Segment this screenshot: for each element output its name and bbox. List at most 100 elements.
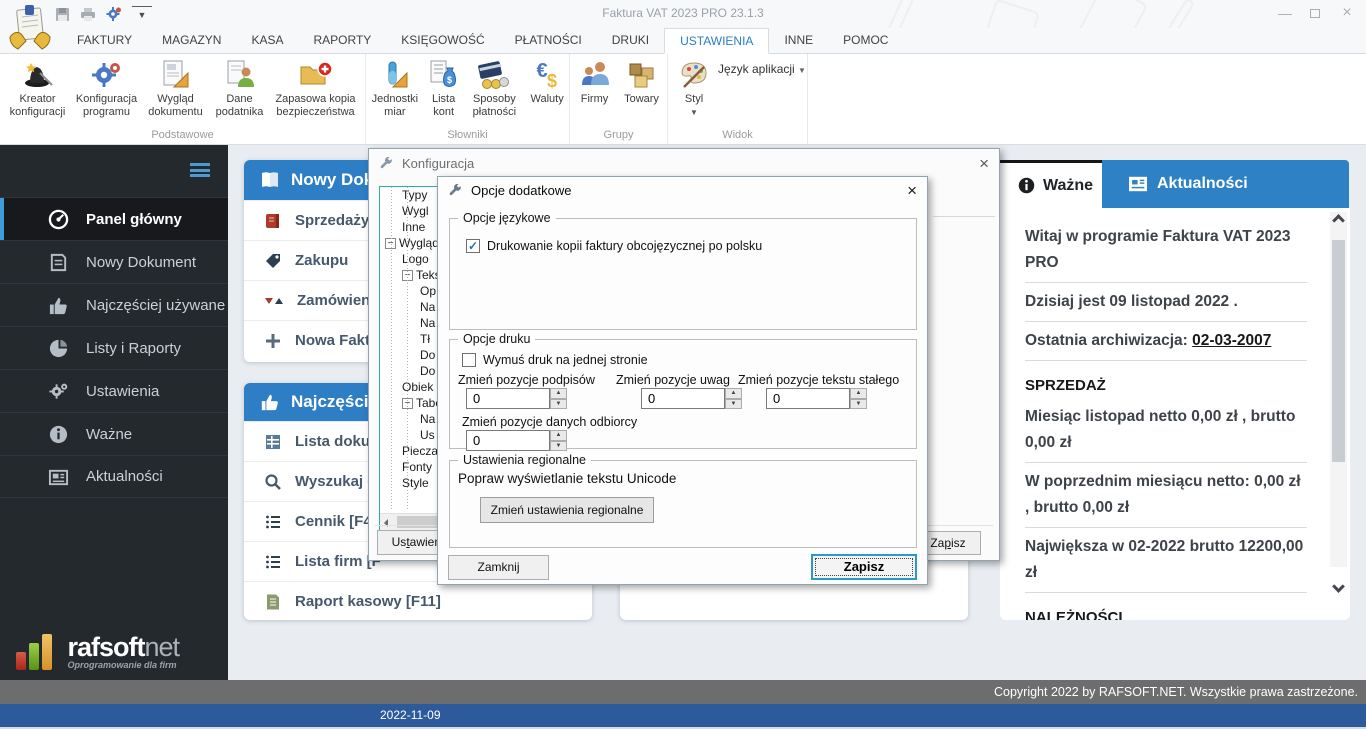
info-icon [1018,177,1035,194]
firmy-button[interactable]: Firmy [572,57,618,106]
force-one-page-checkbox[interactable]: Wymuś druk na jednej stronie [462,353,648,367]
settings-gear-icon[interactable] [104,6,124,22]
info-panel-scrollbar[interactable] [1330,212,1347,593]
maximize-button[interactable] [1304,6,1326,22]
price-list-icon [266,515,280,528]
jezyk-aplikacji-menu[interactable]: Język aplikacji ▼ [718,62,806,76]
dashboard-icon [48,209,69,230]
dane-podatnika-button[interactable]: Dane podatnika [209,57,271,119]
scrollbar-thumb[interactable] [1332,240,1345,462]
ribbon-group-widok: Styl ▼ Język aplikacji ▼ Widok [668,54,808,144]
hamburger-menu-icon[interactable] [190,163,210,177]
tab-pomoc[interactable]: POMOC [828,28,903,53]
close-icon[interactable]: × [907,182,917,199]
sidebar-item-aktualnosci[interactable]: Aktualności [0,455,228,498]
waluty-button[interactable]: € $ Waluty [525,57,569,119]
tab-magazyn[interactable]: MAGAZYN [147,28,236,53]
podpisy-position-spinner[interactable]: ▲▼ [466,388,567,409]
spinner-down-icon[interactable]: ▼ [725,398,742,409]
sidebar-item-najczesciej-uzywane[interactable]: Najczęściej używane [0,283,228,326]
sales-max-text: Największa w 02-2022 brutto 12200,00 zł [1025,528,1307,593]
book-icon [262,172,278,187]
sidebar-item-panel-glowny[interactable]: Panel główny [0,197,228,240]
spinner-input[interactable] [466,430,550,451]
konfiguracja-title-bar[interactable]: Konfiguracja × [369,149,999,177]
svg-text:$: $ [447,75,452,85]
tab-platnosci[interactable]: PŁATNOŚCI [500,28,597,53]
measure-units-icon [368,57,422,93]
welcome-text: Witaj w programie Faktura VAT 2023 PRO [1025,218,1307,283]
tab-inne[interactable]: INNE [769,28,828,53]
zapisz-button[interactable]: Zapisz [811,554,917,580]
tab-ustawienia[interactable]: USTAWIENIA [664,28,770,54]
sidebar-item-wazne[interactable]: Ważne [0,412,228,455]
table-icon [266,434,280,449]
newspaper-icon [1129,176,1147,192]
sidebar-item-listy-i-raporty[interactable]: Listy i Raporty [0,326,228,369]
spinner-input[interactable] [641,388,725,409]
language-copy-checkbox[interactable]: Drukowanie kopii faktury obcojęzycznej p… [466,239,762,253]
tab-aktualnosci[interactable]: Aktualności [1102,160,1349,208]
scroll-up-icon[interactable] [1332,214,1345,227]
checkbox-checked-icon[interactable] [466,239,480,253]
opcje-dodatkowe-title-bar[interactable]: Opcje dodatkowe × [438,177,927,204]
close-icon[interactable]: × [979,155,989,172]
close-button[interactable]: × [1336,5,1358,22]
search-icon [265,473,281,490]
spinner-up-icon[interactable]: ▲ [725,388,742,399]
zapasowa-kopia-button[interactable]: Zapasowa kopia bezpieczeństwa [271,57,361,119]
taxpayer-data-icon [211,57,269,93]
thumbs-up-icon [261,394,278,411]
towary-button[interactable]: Towary [618,57,666,106]
gears-icon [49,383,68,399]
sidebar-item-nowy-dokument[interactable]: Nowy Dokument [0,240,228,283]
tab-faktury[interactable]: FAKTURY [62,28,147,53]
tab-wazne[interactable]: Ważne [1000,160,1102,208]
info-panel: Ważne Aktualności Witaj w programie Fakt… [1000,160,1350,620]
minimize-button[interactable]: — [1274,6,1296,22]
archive-date-link[interactable]: 02-03-2007 [1192,332,1271,349]
zamknij-button[interactable]: Zamknij [448,555,549,580]
zmien-ustawienia-regionalne-button[interactable]: Zmień ustawienia regionalne [480,497,654,523]
dane-odbiorcy-position-spinner[interactable]: ▲▼ [466,430,567,451]
print-icon[interactable] [78,6,98,22]
konfiguracja-programu-button[interactable]: Konfiguracja programu [71,57,143,119]
lista-kont-button[interactable]: $ Lista kont [424,57,464,119]
spinner-input[interactable] [466,388,550,409]
spinner-down-icon[interactable]: ▼ [550,440,567,451]
rafsoftnet-logo: rafsoftnet Oprogramowanie dla firm [16,632,216,670]
quick-access-more-icon[interactable]: ▼ [132,6,152,22]
kreator-konfiguracji-button[interactable]: Kreator konfiguracji [5,57,71,119]
wyglad-dokumentu-button[interactable]: Wygląd dokumentu [143,57,209,119]
jednostki-miar-button[interactable]: Jednostki miar [366,57,424,119]
info-panel-content: Witaj w programie Faktura VAT 2023 PRO D… [1000,208,1350,620]
spinner-up-icon[interactable]: ▲ [850,388,867,399]
spinner-label: Zmień pozycje danych odbiorcy [462,415,638,429]
thumbs-up-icon [49,297,67,315]
spinner-up-icon[interactable]: ▲ [550,388,567,399]
document-ruler-icon [145,57,207,93]
tab-druki[interactable]: DRUKI [597,28,664,53]
spinner-up-icon[interactable]: ▲ [550,430,567,441]
tekst-staly-position-spinner[interactable]: ▲▼ [766,388,867,409]
tab-kasa[interactable]: KASA [236,28,298,53]
save-icon[interactable] [52,6,72,22]
ribbon-group-podstawowe: Kreator konfiguracji Konfiguracja progra… [0,54,366,144]
sposoby-platnosci-button[interactable]: Sposoby płatności [464,57,526,119]
tab-raporty[interactable]: RAPORTY [298,28,386,53]
title-bar: Faktura VAT 2023 PRO 23.1.3 [0,0,1366,85]
menu-item-raport-kasowy[interactable]: Raport kasowy [F11] [244,581,592,621]
checkbox-unchecked-icon[interactable] [462,353,476,367]
uwagi-position-spinner[interactable]: ▲▼ [641,388,742,409]
cash-report-icon [267,594,279,609]
window-title: Faktura VAT 2023 PRO 23.1.3 [602,6,764,20]
currencies-icon: € $ [527,57,567,93]
sidebar-item-ustawienia[interactable]: Ustawienia [0,369,228,412]
styl-button[interactable]: Styl ▼ [672,57,716,117]
purchase-tag-icon [266,253,280,268]
spinner-input[interactable] [766,388,850,409]
spinner-down-icon[interactable]: ▼ [850,398,867,409]
spinner-down-icon[interactable]: ▼ [550,398,567,409]
archive-text: Ostatnia archiwizacja: 02-03-2007 [1025,322,1307,361]
tab-ksiegowosc[interactable]: KSIĘGOWOŚĆ [386,28,499,53]
